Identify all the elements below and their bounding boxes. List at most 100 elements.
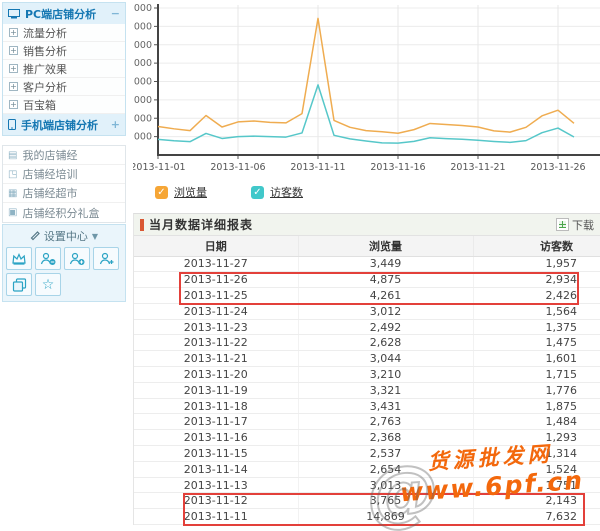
table-row: 2013-11-162,3681,293 [134,430,600,446]
cell-date: 2013-11-16 [134,430,298,446]
cell-pageviews: 3,765 [298,493,473,509]
sidebar-tool-我的店铺经[interactable]: ▤我的店铺经 [3,146,125,165]
svg-text:8,000: 8,000 [133,77,152,88]
expand-box-icon[interactable]: + [9,46,18,55]
legend-checkbox-icon[interactable]: ✓ [155,186,168,199]
table-row: 2013-11-254,2612,426 [134,288,600,304]
sidebar-item-客户分析[interactable]: +客户分析 [3,78,125,96]
copy-button[interactable] [6,273,32,296]
table-row: 2013-11-203,2101,715 [134,367,600,383]
copy-icon [12,278,27,292]
sidebar-item-推广效果[interactable]: + 推广效果 [3,60,125,78]
settings-center-button[interactable]: 设置中心 ▼ [6,228,122,244]
expand-icon[interactable]: + [111,118,120,131]
cell-visitors: 1,314 [473,446,600,462]
crown-button[interactable] [6,247,32,270]
training-icon: ◳ [8,169,17,180]
cell-pageviews: 3,321 [298,382,473,398]
legend-label[interactable]: 访客数 [270,184,303,200]
svg-text:4,000: 4,000 [133,113,152,124]
cell-pageviews: 3,012 [298,303,473,319]
sidebar-header-mobile-analysis[interactable]: 手机端店铺分析 + [3,114,125,135]
cell-pageviews: 2,537 [298,446,473,462]
cell-visitors: 1,751 [473,477,600,493]
table-title: 当月数据详细报表 [149,216,253,233]
table-row: 2013-11-133,0131,751 [134,477,600,493]
cell-date: 2013-11-13 [134,477,298,493]
sidebar-item-百宝箱[interactable]: +百宝箱 [3,96,125,114]
expand-box-icon[interactable]: + [9,82,18,91]
download-button[interactable]: 下载 [556,217,594,233]
table-row: 2013-11-142,6541,524 [134,461,600,477]
cell-visitors: 1,293 [473,430,600,446]
user-check-button[interactable] [64,247,90,270]
cell-date: 2013-11-22 [134,335,298,351]
collapse-icon[interactable]: − [111,7,120,20]
cell-date: 2013-11-20 [134,367,298,383]
table-titlebar: 当月数据详细报表 下载 [134,214,600,236]
page: PC端店铺分析 − +流量分析+销售分析+推广效果+客户分析+百宝箱 手机端店铺… [0,0,600,531]
svg-text:2013-11-21: 2013-11-21 [450,162,505,173]
table-row: 2013-11-183,4311,875 [134,398,600,414]
tools-menu: ▤我的店铺经 ◳ 店铺经培训 ▦ 店铺经超市 ▣店铺经积分礼盒 [2,145,126,223]
cell-visitors: 2,143 [473,493,600,509]
sidebar-item-流量分析[interactable]: +流量分析 [3,24,125,42]
phone-icon [8,119,16,130]
user-remove-button[interactable] [35,247,61,270]
cell-pageviews: 2,628 [298,335,473,351]
cell-visitors: 1,484 [473,414,600,430]
sidebar-tool-label: 店铺经超市 [22,185,77,201]
cell-date: 2013-11-15 [134,446,298,462]
svg-text:10,000: 10,000 [133,58,152,69]
chart-legend: ✓ 浏览量 ✓ 访客数 [155,184,600,200]
sidebar-header-mobile-label: 手机端店铺分析 [21,117,98,133]
cell-visitors: 1,957 [473,256,600,272]
expand-box-icon[interactable]: + [9,100,18,109]
legend-checkbox-icon[interactable]: ✓ [251,186,264,199]
star-icon: ☆ [42,277,55,293]
sidebar-tool-店铺经培训[interactable]: ◳ 店铺经培训 [3,165,125,184]
cell-pageviews: 3,210 [298,367,473,383]
sidebar-header-pc-analysis[interactable]: PC端店铺分析 − [3,3,125,24]
market-icon: ▦ [8,188,17,199]
legend-item-访客数[interactable]: ✓ 访客数 [251,184,303,200]
user-check-icon [69,252,86,266]
main-content: 2,0004,0006,0008,00010,00012,00014,00016… [133,0,600,525]
table-row: 2013-11-222,6281,475 [134,335,600,351]
expand-box-icon[interactable]: + [9,64,18,73]
cell-visitors: 1,875 [473,398,600,414]
star-button[interactable]: ☆ [35,273,61,296]
sidebar-tool-店铺经积分礼盒[interactable]: ▣店铺经积分礼盒 [3,203,125,222]
cell-visitors: 1,375 [473,319,600,335]
cell-date: 2013-11-21 [134,351,298,367]
cell-date: 2013-11-25 [134,288,298,304]
legend-label[interactable]: 浏览量 [174,184,207,200]
cell-visitors: 1,564 [473,303,600,319]
svg-text:2013-11-01: 2013-11-01 [133,162,186,173]
section-marker [140,219,144,231]
cell-pageviews: 2,492 [298,319,473,335]
user-remove-icon [40,252,57,266]
table-row: 2013-11-243,0121,564 [134,303,600,319]
sidebar-item-label: 推广效果 [23,61,67,77]
svg-text:12,000: 12,000 [133,40,152,51]
cell-pageviews: 2,763 [298,414,473,430]
table-row: 2013-11-123,7652,143 [134,493,600,509]
sidebar-tool-店铺经超市[interactable]: ▦ 店铺经超市 [3,184,125,203]
cell-visitors: 1,524 [473,461,600,477]
user-add-button[interactable] [93,247,119,270]
crown-icon [11,252,27,265]
table-row: 2013-11-152,5371,314 [134,446,600,462]
sidebar-tool-label: 店铺经培训 [22,166,77,182]
traffic-line-chart: 2,0004,0006,0008,00010,00012,00014,00016… [133,0,600,173]
svg-text:2013-11-11: 2013-11-11 [290,162,345,173]
svg-text:2013-11-26: 2013-11-26 [530,162,585,173]
cell-visitors: 1,776 [473,382,600,398]
expand-box-icon[interactable]: + [9,28,18,37]
legend-item-浏览量[interactable]: ✓ 浏览量 [155,184,207,200]
column-header-日期: 日期 [134,236,298,256]
shop-icon: ▤ [8,150,17,161]
sidebar-item-销售分析[interactable]: +销售分析 [3,42,125,60]
excel-icon [556,218,569,231]
cell-date: 2013-11-26 [134,272,298,288]
